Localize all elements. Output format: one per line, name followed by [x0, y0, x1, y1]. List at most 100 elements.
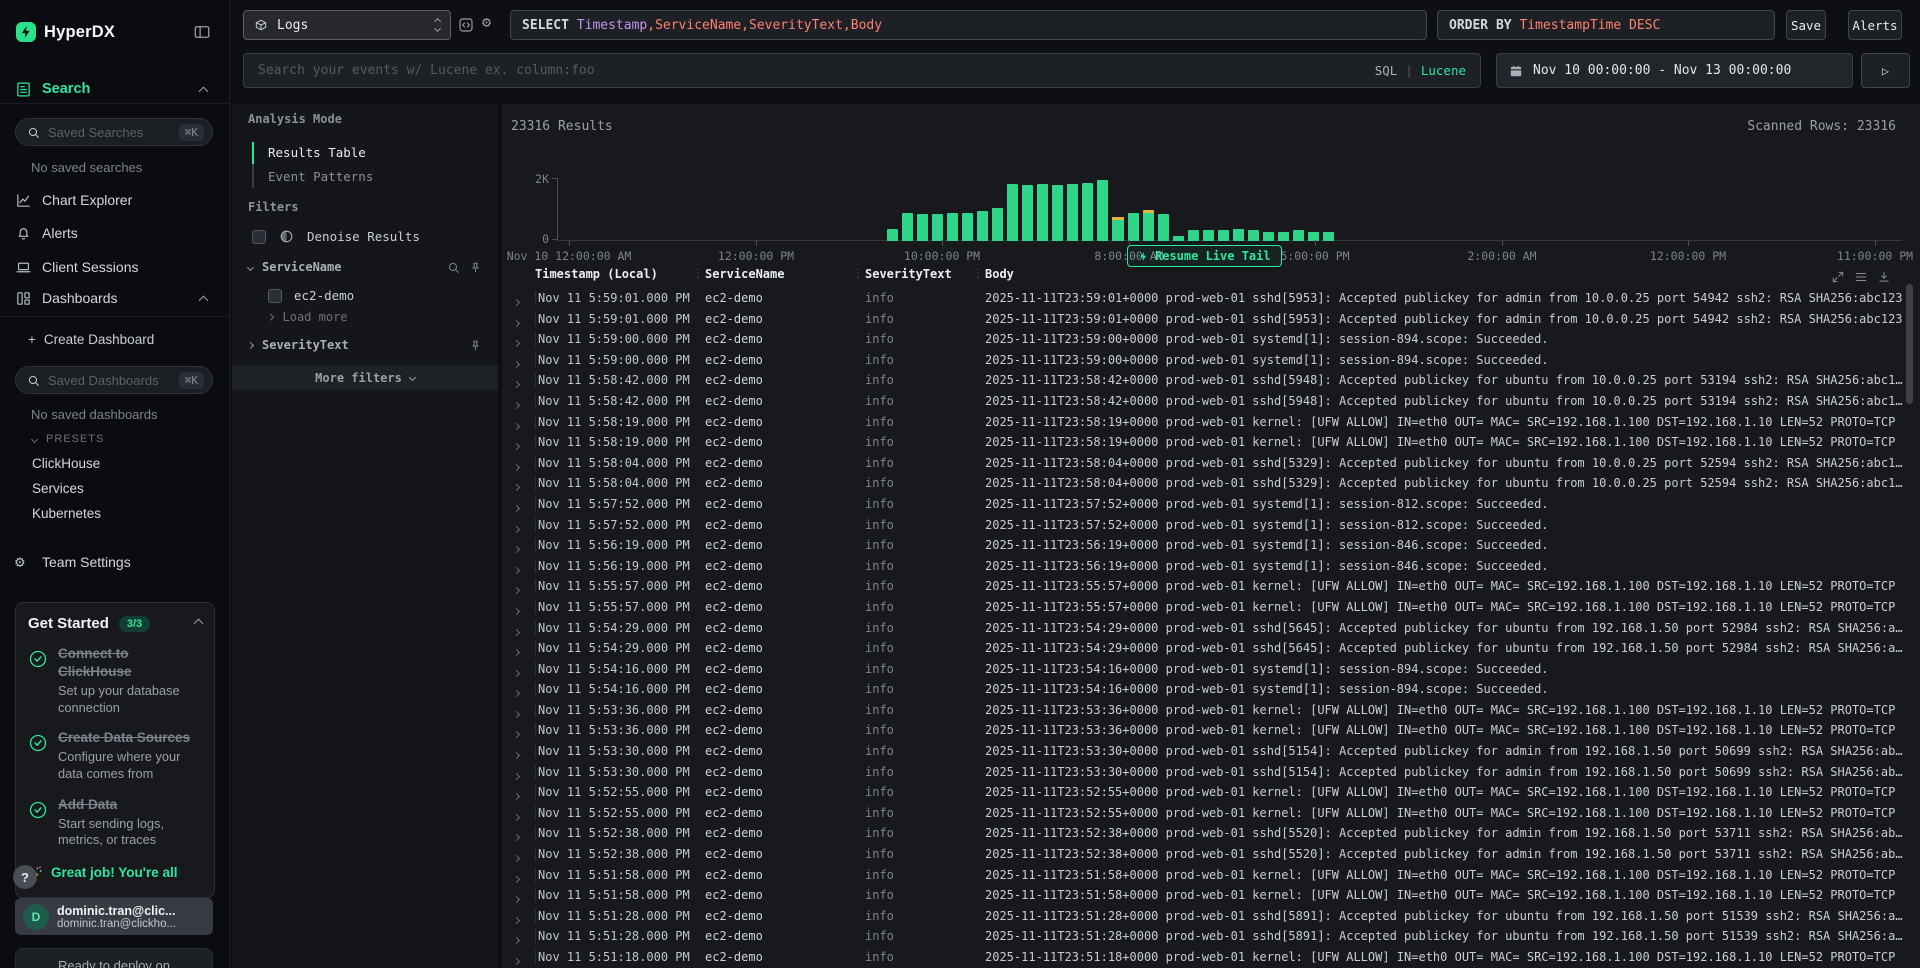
- log-row[interactable]: Nov 11 5:58:04.000 PMec2-demoinfo2025-11…: [502, 473, 1920, 494]
- row-expand-icon[interactable]: [514, 665, 519, 679]
- column-resize-handle[interactable]: ⋮: [852, 266, 864, 280]
- log-row[interactable]: Nov 11 5:54:29.000 PMec2-demoinfo2025-11…: [502, 618, 1920, 639]
- histogram-bar[interactable]: [917, 214, 928, 241]
- histogram-bar[interactable]: [1082, 183, 1093, 241]
- create-dashboard-button[interactable]: +Create Dashboard: [28, 332, 154, 347]
- histogram-bar[interactable]: [1218, 230, 1229, 241]
- log-row[interactable]: Nov 11 5:58:19.000 PMec2-demoinfo2025-11…: [502, 432, 1920, 453]
- preset-item-clickhouse[interactable]: ClickHouse: [32, 456, 101, 471]
- row-expand-icon[interactable]: [514, 809, 519, 823]
- log-row[interactable]: Nov 11 5:52:38.000 PMec2-demoinfo2025-11…: [502, 823, 1920, 844]
- sidebar-collapse-icon[interactable]: [193, 23, 211, 41]
- row-expand-icon[interactable]: [514, 891, 519, 905]
- denoise-checkbox[interactable]: [252, 230, 266, 244]
- row-expand-icon[interactable]: [514, 624, 519, 638]
- sidebar-item-client-sessions[interactable]: Client Sessions: [42, 259, 139, 275]
- log-row[interactable]: Nov 11 5:57:52.000 PMec2-demoinfo2025-11…: [502, 494, 1920, 515]
- histogram-bar[interactable]: [992, 208, 1003, 241]
- sidebar-item-search[interactable]: Search: [42, 81, 90, 97]
- select-query-input[interactable]: SELECT Timestamp,ServiceName,SeverityTex…: [510, 10, 1427, 40]
- scrollbar-thumb[interactable]: [1906, 284, 1913, 404]
- histogram-bar[interactable]: [1293, 230, 1304, 241]
- row-expand-icon[interactable]: [514, 438, 519, 452]
- row-expand-icon[interactable]: [514, 644, 519, 658]
- row-expand-icon[interactable]: [514, 747, 519, 761]
- col-servicename[interactable]: ServiceName: [705, 267, 784, 281]
- rows-layout-icon[interactable]: [1854, 270, 1868, 284]
- log-row[interactable]: Nov 11 5:54:16.000 PMec2-demoinfo2025-11…: [502, 679, 1920, 700]
- row-expand-icon[interactable]: [514, 871, 519, 885]
- histogram-bar[interactable]: [1323, 232, 1334, 241]
- save-button[interactable]: Save: [1786, 10, 1826, 40]
- histogram-bar[interactable]: [1128, 213, 1139, 241]
- row-expand-icon[interactable]: [514, 315, 519, 329]
- pin-icon[interactable]: [469, 339, 482, 352]
- row-expand-icon[interactable]: [514, 603, 519, 617]
- log-row[interactable]: Nov 11 5:52:55.000 PMec2-demoinfo2025-11…: [502, 803, 1920, 824]
- sql-toggle[interactable]: SQL: [1375, 63, 1398, 78]
- row-expand-icon[interactable]: [514, 706, 519, 720]
- histogram-bar[interactable]: [977, 211, 988, 241]
- chevron-up-icon[interactable]: [194, 619, 204, 629]
- histogram-bar[interactable]: [887, 229, 898, 241]
- histogram-bar[interactable]: [1037, 184, 1048, 241]
- filter-value-row[interactable]: ec2-demo: [268, 288, 354, 303]
- search-icon[interactable]: [447, 261, 460, 274]
- histogram-bar[interactable]: [1233, 229, 1244, 241]
- histogram-bar[interactable]: [1188, 230, 1199, 241]
- row-expand-icon[interactable]: [514, 479, 519, 493]
- chevron-up-icon[interactable]: [199, 296, 209, 306]
- histogram-bar[interactable]: [1278, 232, 1289, 241]
- log-row[interactable]: Nov 11 5:53:36.000 PMec2-demoinfo2025-11…: [502, 720, 1920, 741]
- search-input[interactable]: Search your events w/ Lucene ex. column:…: [243, 53, 1481, 88]
- row-expand-icon[interactable]: [514, 418, 519, 432]
- histogram-bar[interactable]: [962, 213, 973, 241]
- log-row[interactable]: Nov 11 5:58:42.000 PMec2-demoinfo2025-11…: [502, 391, 1920, 412]
- saved-searches-input[interactable]: Saved Searches ⌘K: [15, 118, 213, 146]
- log-row[interactable]: Nov 11 5:59:01.000 PMec2-demoinfo2025-11…: [502, 288, 1920, 309]
- row-expand-icon[interactable]: [514, 850, 519, 864]
- more-filters-button[interactable]: More filters: [232, 365, 498, 390]
- filter-group-servicename[interactable]: ServiceName: [248, 260, 482, 274]
- get-started-item[interactable]: Create Data SourcesConfigure where your …: [28, 729, 202, 782]
- row-expand-icon[interactable]: [514, 521, 519, 535]
- log-row[interactable]: Nov 11 5:51:58.000 PMec2-demoinfo2025-11…: [502, 865, 1920, 886]
- row-expand-icon[interactable]: [514, 562, 519, 576]
- row-expand-icon[interactable]: [514, 829, 519, 843]
- log-row[interactable]: Nov 11 5:56:19.000 PMec2-demoinfo2025-11…: [502, 535, 1920, 556]
- column-resize-handle[interactable]: ⋮: [972, 266, 984, 280]
- col-severitytext[interactable]: SeverityText: [865, 267, 952, 281]
- row-expand-icon[interactable]: [514, 335, 519, 349]
- row-expand-icon[interactable]: [514, 376, 519, 390]
- histogram-bar[interactable]: [902, 213, 913, 241]
- filter-value-checkbox[interactable]: [268, 289, 282, 303]
- row-expand-icon[interactable]: [514, 912, 519, 926]
- log-row[interactable]: Nov 11 5:54:16.000 PMec2-demoinfo2025-11…: [502, 659, 1920, 680]
- col-timestamp[interactable]: Timestamp (Local): [535, 267, 658, 281]
- alerts-button[interactable]: Alerts: [1848, 10, 1902, 40]
- row-expand-icon[interactable]: [514, 294, 519, 308]
- log-row[interactable]: Nov 11 5:51:58.000 PMec2-demoinfo2025-11…: [502, 885, 1920, 906]
- analysis-mode-event-patterns[interactable]: Event Patterns: [268, 169, 373, 184]
- column-resize-handle[interactable]: ⋮: [692, 266, 704, 280]
- log-row[interactable]: Nov 11 5:59:01.000 PMec2-demoinfo2025-11…: [502, 309, 1920, 330]
- histogram-bar[interactable]: [1203, 230, 1214, 241]
- log-row[interactable]: Nov 11 5:51:18.000 PMec2-demoinfo2025-11…: [502, 947, 1920, 968]
- get-started-item[interactable]: Add DataStart sending logs, metrics, or …: [28, 796, 202, 849]
- log-row[interactable]: Nov 11 5:55:57.000 PMec2-demoinfo2025-11…: [502, 576, 1920, 597]
- pin-icon[interactable]: [469, 261, 482, 274]
- histogram-bar[interactable]: [1158, 214, 1169, 241]
- histogram-bar[interactable]: [1067, 184, 1078, 241]
- preset-item-services[interactable]: Services: [32, 481, 101, 496]
- lucene-toggle[interactable]: Lucene: [1421, 63, 1466, 78]
- histogram-bar[interactable]: [1173, 236, 1184, 241]
- row-expand-icon[interactable]: [514, 356, 519, 370]
- get-started-item[interactable]: Connect to ClickHouseSet up your databas…: [28, 645, 202, 716]
- row-expand-icon[interactable]: [514, 582, 519, 596]
- sidebar-item-dashboards[interactable]: Dashboards: [42, 290, 118, 306]
- log-row[interactable]: Nov 11 5:53:30.000 PMec2-demoinfo2025-11…: [502, 741, 1920, 762]
- log-row[interactable]: Nov 11 5:52:38.000 PMec2-demoinfo2025-11…: [502, 844, 1920, 865]
- row-expand-icon[interactable]: [514, 953, 519, 967]
- resume-live-tail-button[interactable]: Resume Live Tail: [1127, 245, 1282, 267]
- row-expand-icon[interactable]: [514, 500, 519, 514]
